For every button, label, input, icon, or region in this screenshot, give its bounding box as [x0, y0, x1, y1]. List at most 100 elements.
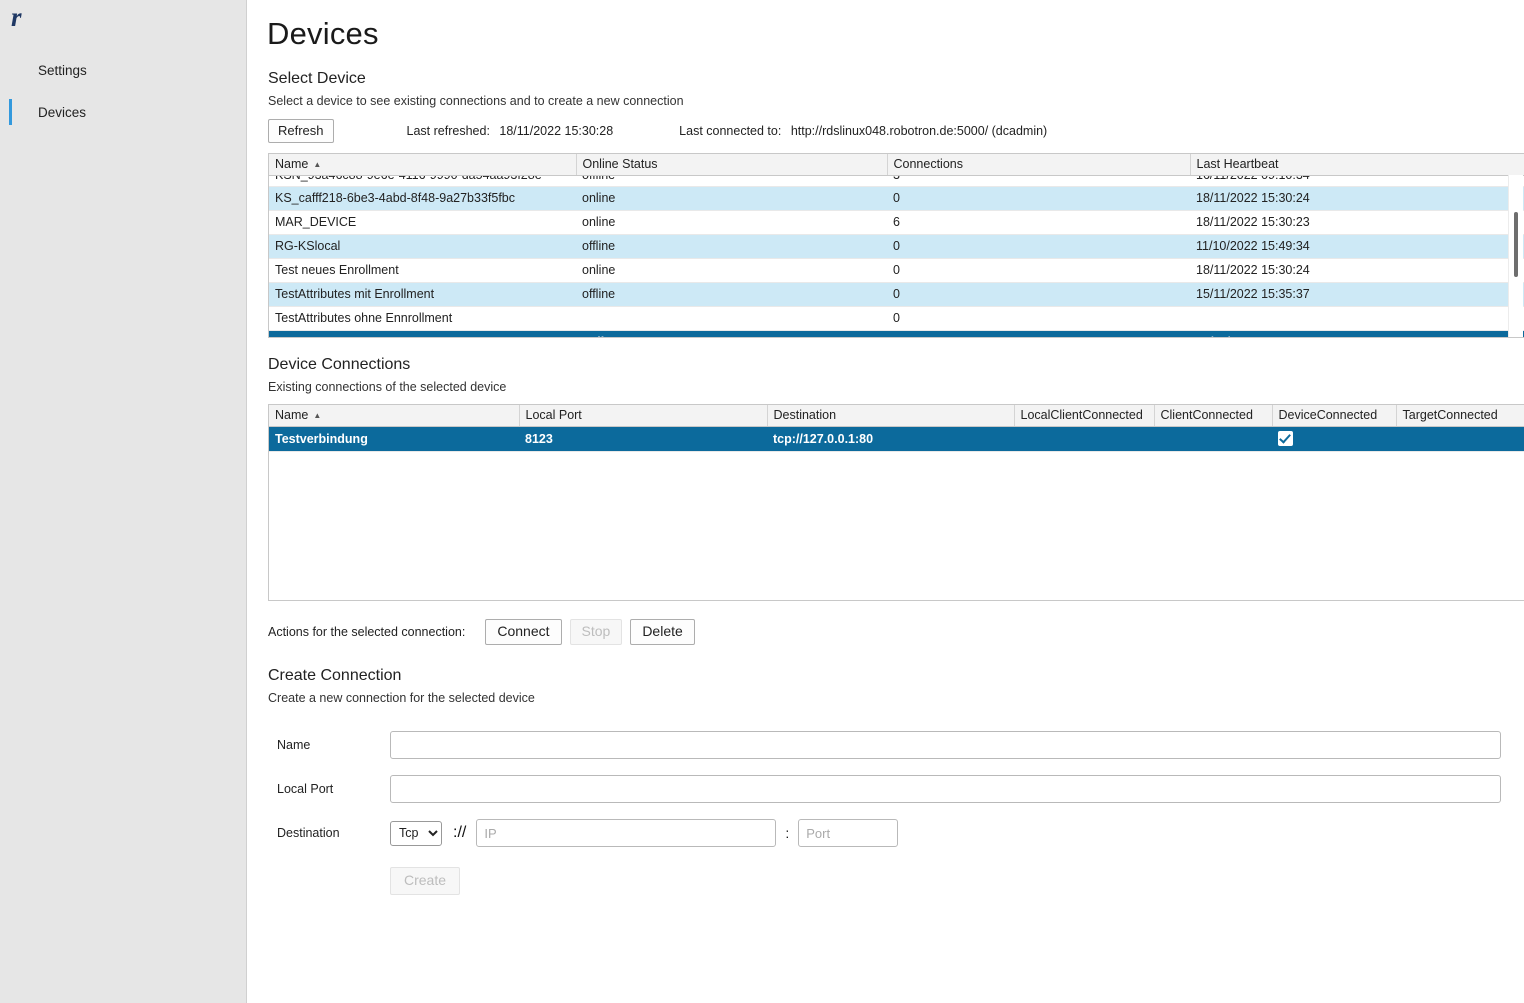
column-label: ClientConnected [1160, 408, 1253, 422]
table-row[interactable]: Test neues Enrollment online 0 18/11/202… [269, 258, 1524, 283]
device-connections-section: Device Connections Existing connections … [268, 356, 1524, 646]
ip-input[interactable] [476, 819, 777, 848]
active-indicator [9, 57, 12, 83]
conn-col-local-port[interactable]: Local Port [519, 405, 768, 427]
sidebar-item-devices[interactable]: Devices [0, 98, 246, 126]
last-refreshed-label: Last refreshed: [406, 124, 490, 138]
table-row[interactable]: KS_cafff218-6be3-4abd-8f48-9a27b33f5fbc … [269, 186, 1524, 211]
table-row[interactable]: RG-KSlocal offline 0 11/10/2022 15:49:34 [269, 234, 1524, 259]
cell-heartbeat: 18/11/2022 15:30:20 [1190, 330, 1524, 337]
device-connections-heading: Device Connections [268, 356, 411, 373]
cell-localclientconnected [1014, 426, 1154, 453]
protocol-select[interactable]: Tcp Udp [390, 820, 442, 846]
delete-button[interactable]: Delete [630, 619, 695, 646]
scrollbar-thumb[interactable] [1514, 212, 1518, 277]
create-button: Create [390, 867, 461, 896]
column-label: Destination [773, 408, 837, 422]
sidebar-item-label: Devices [38, 104, 87, 120]
cell-heartbeat: 18/11/2022 15:30:24 [1190, 258, 1524, 283]
cell-heartbeat: 16/11/2022 09:10:34 [1190, 175, 1524, 187]
device-connected-checkbox[interactable] [1278, 431, 1293, 447]
create-connection-form: Name Local Port Destination Tcp Udp :// … [268, 731, 1524, 896]
main-content: Devices Select Device Select a device to… [247, 0, 1524, 1003]
select-device-subtitle: Select a device to see existing connecti… [268, 94, 684, 108]
cell-text: 3 [893, 176, 900, 181]
cell-name: KS_cafff218-6be3-4abd-8f48-9a27b33f5fbc [269, 186, 576, 211]
conn-col-destination[interactable]: Destination [767, 405, 1015, 427]
column-label: Connections [893, 157, 964, 171]
cell-heartbeat [1190, 306, 1524, 331]
device-toolbar: Refresh Last refreshed: 18/11/2022 15:30… [268, 119, 1524, 143]
app-logo: r [11, 2, 21, 32]
column-label: Last Heartbeat [1196, 157, 1279, 171]
cell-text: offline [582, 176, 615, 181]
cell-text: 16/11/2022 09:10:34 [1196, 176, 1310, 181]
cell-name: RG-KSlocal [269, 234, 576, 259]
connections-table-header-row: Name ▲ Local Port Destination LocalClient… [269, 405, 1524, 427]
conn-col-deviceconnected[interactable]: DeviceConnected [1272, 405, 1397, 427]
form-row-name: Name [268, 731, 1524, 760]
cell-status: online [576, 210, 887, 235]
cell-name: Testverbindung [269, 426, 519, 453]
table-row-selected[interactable]: TestKS online 1 18/11/2022 15:30:20 [269, 330, 1524, 337]
table-row[interactable]: KSN_93a46c88-9e6e-4116-9990-da54aa93f28e… [269, 175, 1524, 187]
connection-actions: Actions for the selected connection: Con… [268, 619, 1524, 646]
cell-connections: 0 [887, 186, 1190, 211]
last-connected: Last connected to: http://rdslinux048.ro… [679, 124, 1047, 138]
conn-col-localclientconnected[interactable]: LocalClientConnected [1014, 405, 1155, 427]
cell-name: TestAttributes mit Enrollment [269, 282, 576, 307]
local-port-input[interactable] [390, 775, 1501, 804]
cell-destination: tcp://127.0.0.1:80 [767, 426, 1014, 453]
form-row-local-port: Local Port [268, 775, 1524, 804]
cell-status: online [576, 186, 887, 211]
cell-name: Test neues Enrollment [269, 258, 576, 283]
table-row[interactable]: TestAttributes mit Enrollment offline 0 … [269, 282, 1524, 307]
cell-connections: 0 [887, 306, 1190, 331]
cell-name: TestAttributes ohne Ennrollment [269, 306, 576, 331]
sort-asc-icon: ▲ [313, 411, 322, 421]
table-row-selected[interactable]: Testverbindung 8123 tcp://127.0.0.1:80 [269, 426, 1524, 453]
cell-clientconnected [1154, 426, 1272, 453]
cell-deviceconnected [1272, 426, 1396, 453]
port-input[interactable] [798, 819, 899, 848]
cell-connections: 0 [887, 258, 1190, 283]
cell-targetconnected [1396, 426, 1524, 453]
cell-status: online [576, 330, 887, 337]
table-row[interactable]: MAR_DEVICE online 6 18/11/2022 15:30:23 [269, 210, 1524, 235]
device-table-header-row: Name ▲ Online Status Connections Last Hea… [269, 154, 1524, 176]
create-connection-subtitle: Create a new connection for the selected… [268, 691, 535, 706]
sidebar-item-settings[interactable]: Settings [0, 56, 246, 84]
sidebar-nav: Settings Devices [0, 56, 246, 126]
cell-name: KSN_93a46c88-9e6e-4116-9990-da54aa93f28e [269, 175, 576, 187]
device-col-name[interactable]: Name ▲ [269, 154, 577, 176]
connections-table-empty-area [269, 452, 1524, 601]
device-col-last-heartbeat[interactable]: Last Heartbeat [1190, 154, 1524, 176]
cell-name: TestKS [269, 330, 576, 337]
device-col-online-status[interactable]: Online Status [576, 154, 888, 176]
device-table-body: KSN_93a46c88-9e6e-4116-9990-da54aa93f28e… [269, 175, 1524, 337]
device-col-connections[interactable]: Connections [887, 154, 1191, 176]
last-connected-value: http://rdslinux048.robotron.de:5000/ (dc… [790, 124, 1048, 138]
conn-col-clientconnected[interactable]: ClientConnected [1154, 405, 1273, 427]
cell-text: KSN_93a46c88-9e6e-4116-9990-da54aa93f28e [275, 176, 542, 181]
connect-button[interactable]: Connect [485, 619, 562, 646]
conn-col-targetconnected[interactable]: TargetConnected [1396, 405, 1524, 427]
conn-col-name[interactable]: Name ▲ [269, 405, 520, 427]
stop-button: Stop [569, 619, 623, 646]
cell-status: offline [576, 282, 887, 307]
column-label: LocalClientConnected [1020, 408, 1143, 422]
name-input[interactable] [390, 731, 1501, 760]
actions-label: Actions for the selected connection: [268, 625, 466, 640]
table-row[interactable]: TestAttributes ohne Ennrollment 0 [269, 306, 1524, 331]
device-table-wrapper: Name ▲ Online Status Connections Last Hea… [268, 153, 1524, 338]
sidebar: r Settings Devices [0, 0, 247, 1003]
cell-heartbeat: 11/10/2022 15:49:34 [1190, 234, 1524, 259]
column-label: Name [275, 408, 309, 422]
refresh-button[interactable]: Refresh [268, 119, 334, 143]
device-table: Name ▲ Online Status Connections Last Hea… [269, 154, 1524, 337]
cell-status [576, 306, 887, 331]
select-device-heading: Select Device [268, 70, 366, 87]
cell-status: offline [576, 175, 887, 187]
cell-status: offline [576, 234, 887, 259]
device-table-scrollbar[interactable] [1508, 175, 1523, 337]
